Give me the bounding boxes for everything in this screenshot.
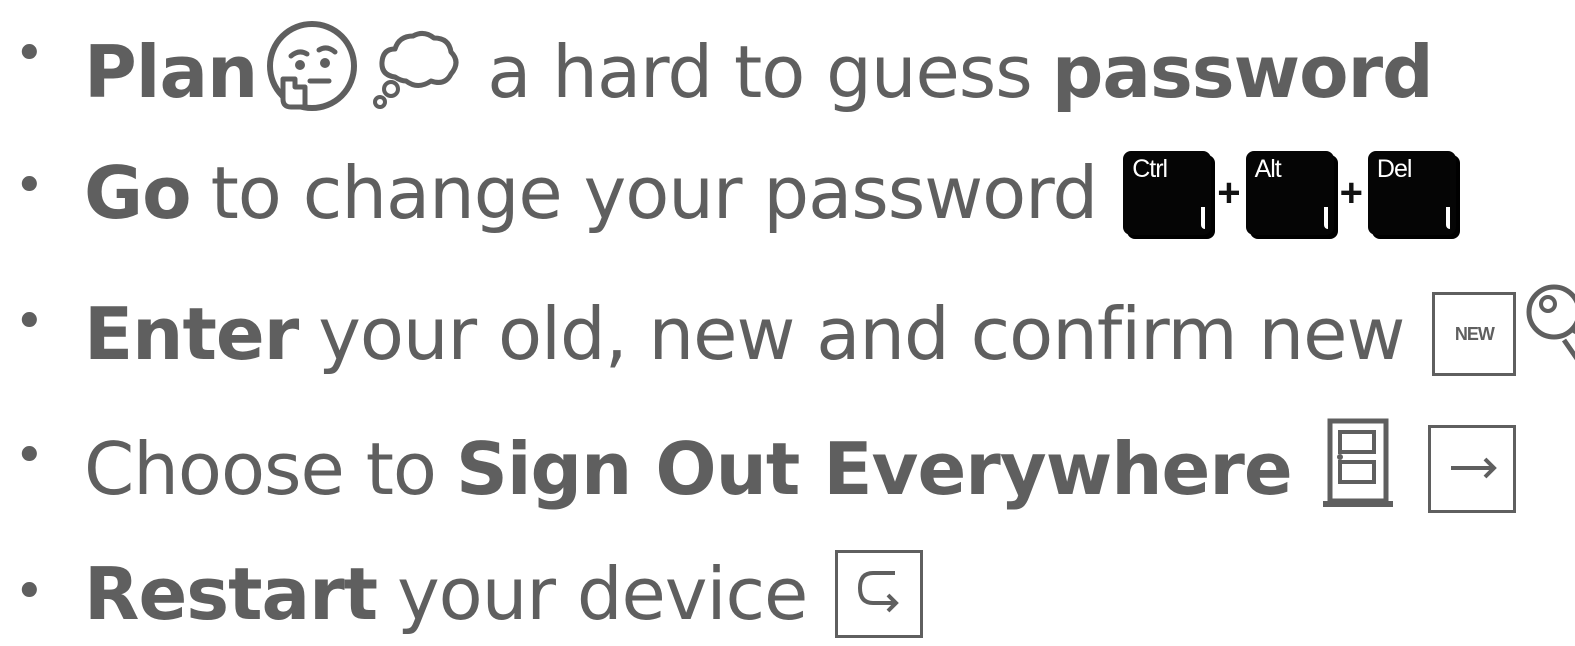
bold-word-plan: Plan [84,29,258,114]
door-icon [1322,418,1394,519]
bullet-marker: • [14,292,45,352]
bullet-marker: • [14,24,45,84]
bullet-text-restart: Restart your device [84,550,924,638]
plus-sign: + [1217,171,1240,215]
bold-word-password: password [1051,29,1434,114]
del-key-icon: Del [1367,151,1456,235]
plain-text: your old, new and confirm new [318,291,1405,376]
new-button-icon: NEW [1432,291,1517,376]
bullet-marker: • [14,562,45,622]
key-label-del: Del [1376,155,1413,183]
key-label-alt: Alt [1254,155,1282,183]
thought-balloon-icon [371,20,463,123]
key-label-ctrl: Ctrl [1132,155,1168,183]
thinking-face-icon [267,21,358,122]
plus-sign: + [1339,171,1363,215]
return-arrow-icon [835,550,924,638]
bullet-text-go: Go to change your password Ctrl + Alt + … [84,151,1456,235]
plain-text: to change your password [210,151,1099,235]
bullet-marker: • [14,156,45,216]
plain-text: your device [397,552,808,636]
bullet-text-enter: Enter your old, new and confirm new NEW [84,282,1575,385]
ctrl-key-icon: Ctrl [1123,151,1212,235]
bold-word-go: Go [84,151,192,235]
key-icon [1524,282,1575,385]
alt-key-icon: Alt [1245,151,1334,235]
bullet-text-plan: Plan a hard to guess password [84,20,1434,123]
bold-word-restart: Restart [84,552,378,636]
plain-text: a hard to guess [487,29,1033,114]
bullet-marker: • [14,426,45,486]
instruction-slide: • Plan a hard to guess password • Go to … [0,0,1575,641]
bold-word-enter: Enter [84,291,299,376]
bullet-text-choose: Choose to Sign Out Everywhere [84,418,1516,519]
plain-text: Choose to [84,426,437,511]
bold-phrase-sign-out-everywhere: Sign Out Everywhere [455,426,1293,511]
right-arrow-icon [1427,424,1516,513]
